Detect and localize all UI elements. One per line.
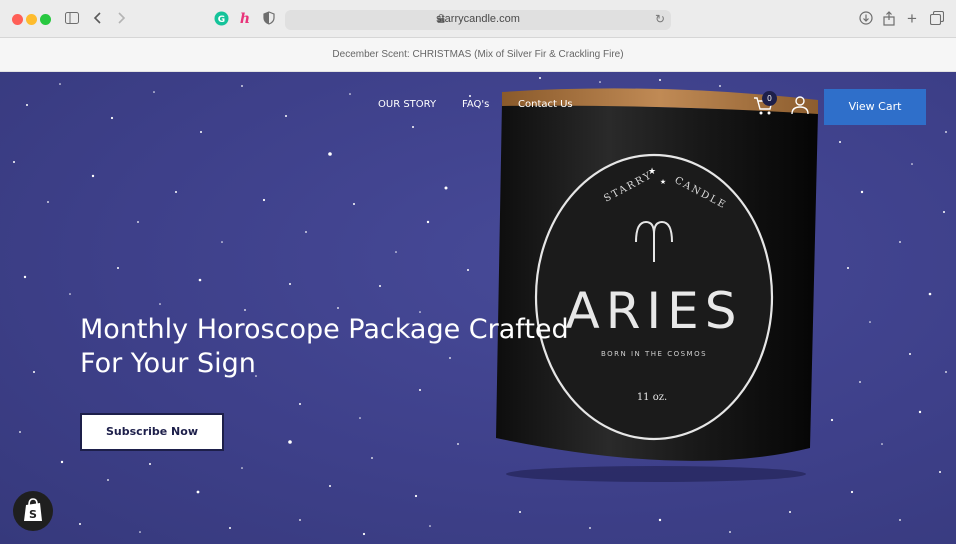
nav-contact-us[interactable]: Contact Us: [518, 99, 573, 110]
close-window-button[interactable]: [12, 14, 23, 25]
reload-icon[interactable]: ↻: [655, 12, 665, 26]
star-icon: ★: [660, 178, 666, 186]
headline-line-2: For Your Sign: [80, 348, 256, 379]
svg-text:G: G: [217, 15, 224, 25]
headline-line-1: Monthly Horoscope Package Crafted: [80, 314, 569, 345]
shopify-bag-icon: S: [24, 498, 42, 521]
hero-headline: Monthly Horoscope Package Crafted For Yo…: [80, 313, 600, 381]
hero-section: STARRY CANDLE ★ ★ ARIES BORN IN THE COSM…: [0, 72, 956, 544]
svg-text:S: S: [29, 508, 37, 521]
sidebar-icon[interactable]: [64, 11, 80, 27]
tabs-icon[interactable]: [929, 10, 945, 27]
zoom-window-button[interactable]: [40, 14, 51, 25]
download-icon[interactable]: [858, 11, 874, 27]
browser-toolbar: G h starrycandle.com ↻ +: [0, 0, 956, 38]
product-size: 11 oz.: [637, 392, 667, 403]
honey-icon[interactable]: h: [237, 11, 253, 27]
cart-count-badge: 0: [762, 91, 777, 106]
subscribe-now-button[interactable]: Subscribe Now: [80, 413, 224, 451]
shopify-chat-button[interactable]: S: [13, 491, 53, 531]
star-icon: ★: [648, 166, 656, 176]
product-tagline: BORN IN THE COSMOS: [601, 350, 707, 358]
url-text: starrycandle.com: [436, 13, 520, 25]
back-icon[interactable]: [92, 11, 104, 27]
address-bar[interactable]: starrycandle.com ↻: [285, 10, 671, 30]
view-cart-button[interactable]: View Cart: [824, 89, 926, 125]
nav-our-story[interactable]: OUR STORY: [378, 99, 436, 110]
nav-faqs[interactable]: FAQ's: [462, 99, 489, 110]
share-icon[interactable]: [882, 11, 896, 27]
new-tab-icon[interactable]: +: [905, 10, 919, 27]
shield-icon[interactable]: [262, 11, 276, 27]
aries-candle-image: STARRY CANDLE ★ ★ ARIES BORN IN THE COSM…: [496, 88, 818, 482]
minimize-window-button[interactable]: [26, 14, 37, 25]
grammarly-icon[interactable]: G: [213, 11, 229, 27]
announcement-bar: December Scent: CHRISTMAS (Mix of Silver…: [0, 38, 956, 72]
account-icon[interactable]: [790, 95, 810, 115]
forward-icon[interactable]: [115, 11, 127, 27]
announcement-text: December Scent: CHRISTMAS (Mix of Silver…: [332, 49, 624, 60]
